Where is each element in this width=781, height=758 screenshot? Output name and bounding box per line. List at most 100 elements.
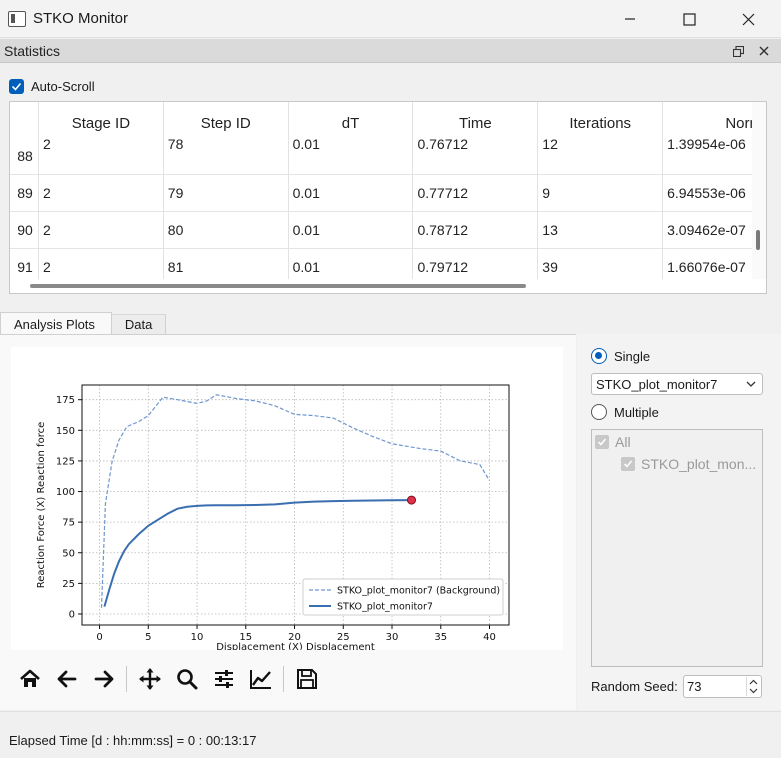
forward-button[interactable]: [85, 661, 122, 697]
x-tick-label: 35: [434, 632, 447, 643]
cell-iterations: 13: [537, 212, 662, 248]
statistics-dock-header: Statistics: [0, 39, 781, 63]
column-header-dt[interactable]: dT: [287, 102, 413, 138]
cell-stage-id: 2: [37, 175, 163, 211]
series-line-background: [100, 394, 491, 608]
x-axis-label: Displacement (X) Displacement: [216, 642, 375, 650]
cell-dt: 0.01: [287, 212, 413, 248]
minimize-icon: [625, 18, 635, 20]
zoom-button[interactable]: [168, 661, 205, 697]
single-radio[interactable]: [591, 348, 607, 364]
chevron-down-icon: [746, 381, 756, 387]
x-tick-label: 40: [483, 632, 496, 643]
y-tick-label: 0: [69, 609, 75, 620]
y-tick-label: 75: [62, 518, 75, 529]
row-index: 90: [17, 222, 33, 238]
column-header-stage-id[interactable]: Stage ID: [37, 102, 163, 138]
home-button[interactable]: [11, 661, 48, 697]
combo-value: STKO_plot_monitor7: [596, 376, 718, 392]
zoom-icon: [176, 669, 197, 690]
edit-axis-icon: [249, 670, 271, 689]
column-header-iterations[interactable]: Iterations: [537, 102, 662, 138]
status-bar: Elapsed Time [d : hh:mm:ss] = 0 : 00:13:…: [0, 711, 781, 758]
cell-iterations: 9: [537, 175, 662, 211]
row-index: 88: [17, 148, 33, 164]
y-tick-label: 50: [62, 548, 75, 559]
app-icon: [8, 11, 26, 27]
maximize-button[interactable]: [659, 0, 719, 38]
pan-button[interactable]: [131, 661, 168, 697]
spin-arrows[interactable]: [746, 677, 760, 696]
reaction-force-chart[interactable]: 0 5 10 15 20 25 30 35 400255075100125150175Displ…: [11, 347, 563, 653]
close-icon: [759, 46, 769, 56]
statistics-table[interactable]: Stage ID Step ID dT Time Iterations Norm…: [9, 101, 767, 294]
random-seed-value: 73: [687, 679, 702, 694]
dock-float-button[interactable]: [729, 42, 747, 60]
random-seed-spinbox[interactable]: 73: [683, 675, 762, 698]
configure-subplots-button[interactable]: [205, 661, 242, 697]
title-bar: STKO Monitor: [0, 0, 781, 38]
table-corner: [10, 102, 38, 138]
list-item-all[interactable]: All: [595, 434, 631, 450]
table-row[interactable]: 89 2 79 0.01 0.77712 9 6.94553e-06: [10, 175, 766, 212]
back-button[interactable]: [48, 661, 85, 697]
table-body: 88 2 78 0.01 0.76712 12 1.39954e-06 89 2…: [10, 138, 766, 286]
single-label: Single: [614, 349, 651, 364]
save-icon: [296, 669, 317, 689]
x-tick-label: 5: [145, 632, 151, 643]
checkbox-checked-icon: [9, 78, 24, 94]
y-tick-label: 25: [62, 579, 75, 590]
table-row[interactable]: 90 2 80 0.01 0.78712 13 3.09462e-07: [10, 212, 766, 249]
cell-step-id: 79: [162, 175, 288, 211]
y-axis-label: Reaction Force (X) Reaction force: [36, 422, 47, 588]
close-button[interactable]: [718, 0, 778, 38]
current-point-marker: [407, 495, 417, 505]
cell-time: 0.78712: [412, 212, 537, 248]
close-icon: [742, 13, 754, 25]
edit-axis-button[interactable]: [242, 661, 279, 697]
chevron-up-icon[interactable]: [749, 679, 758, 685]
checkbox-disabled-icon: [621, 457, 635, 471]
tab-analysis-plots[interactable]: Analysis Plots: [0, 312, 112, 335]
column-header-step-id[interactable]: Step ID: [162, 102, 288, 138]
list-item-plot[interactable]: STKO_plot_mon...: [621, 456, 756, 472]
minimize-button[interactable]: [600, 0, 660, 38]
chevron-down-icon[interactable]: [749, 688, 758, 694]
table-horizontal-scrollbar[interactable]: [10, 279, 766, 293]
cell-dt: 0.01: [287, 138, 413, 174]
plot-select-combo[interactable]: STKO_plot_monitor7: [591, 373, 763, 395]
scroll-thumb[interactable]: [30, 284, 526, 288]
y-tick-label: 175: [56, 395, 75, 406]
tab-data[interactable]: Data: [111, 314, 167, 335]
auto-scroll-checkbox[interactable]: Auto-Scroll: [9, 77, 95, 95]
x-tick-label: 10: [191, 632, 204, 643]
multiple-label: Multiple: [614, 405, 659, 420]
cell-step-id: 80: [162, 212, 288, 248]
table-row[interactable]: 88 2 78 0.01 0.76712 12 1.39954e-06: [10, 138, 766, 175]
list-item-label: All: [615, 434, 631, 450]
plot-list[interactable]: All STKO_plot_mon...: [591, 429, 763, 667]
y-tick-label: 125: [56, 456, 75, 467]
random-seed-label: Random Seed:: [591, 679, 678, 694]
cell-stage-id: 2: [37, 138, 163, 174]
y-tick-label: 100: [56, 487, 75, 498]
toolbar-separator: [126, 666, 127, 692]
plot-toolbar: [11, 661, 325, 697]
dock-close-button[interactable]: [755, 42, 773, 60]
auto-scroll-label: Auto-Scroll: [31, 78, 95, 94]
save-button[interactable]: [288, 661, 325, 697]
pan-icon: [138, 668, 161, 690]
maximize-icon: [682, 12, 696, 26]
home-icon: [19, 669, 40, 687]
x-tick-label: 0: [96, 632, 102, 643]
table-vertical-scrollbar[interactable]: [752, 102, 766, 282]
plot-canvas[interactable]: 0 5 10 15 20 25 30 35 40 0 25 50 75 100 125 150 175 Displ…: [11, 347, 563, 653]
column-header-time[interactable]: Time: [412, 102, 537, 138]
checkbox-disabled-icon: [595, 435, 609, 449]
scroll-thumb[interactable]: [756, 230, 760, 250]
multiple-radio[interactable]: [591, 404, 607, 420]
plot-tabs: Analysis Plots Data: [0, 312, 167, 335]
forward-arrow-icon: [94, 670, 113, 688]
table-header: Stage ID Step ID dT Time Iterations Norm: [10, 102, 766, 138]
row-index: 89: [17, 185, 33, 201]
